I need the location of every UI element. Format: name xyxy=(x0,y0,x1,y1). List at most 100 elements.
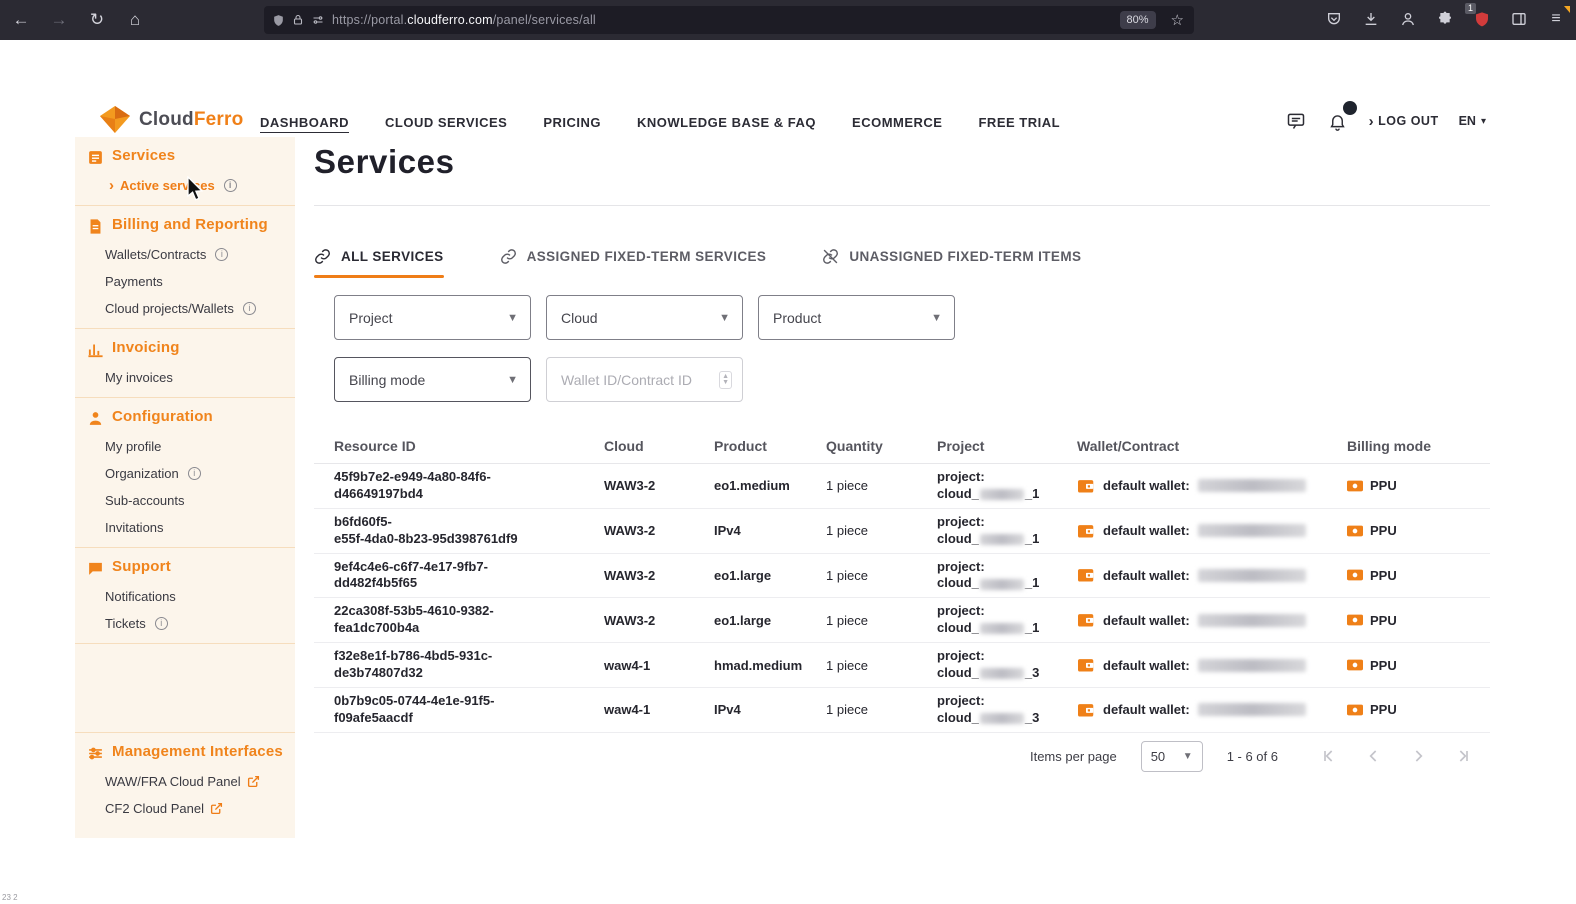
wallet-id-input[interactable]: Wallet ID/Contract ID ▲▼ xyxy=(546,357,743,402)
table-row: 45f9b7e2-e949-4a80-84f6- d46649197bd4 WA… xyxy=(314,464,1490,509)
billing-mode-icon xyxy=(1347,525,1363,537)
billing-mode-icon xyxy=(1347,659,1363,671)
sidebar-item-wallets-contracts[interactable]: Wallets/Contractsi xyxy=(75,241,295,268)
billing-mode-cell: PPU xyxy=(1347,518,1490,543)
sidebar-item-my-profile[interactable]: My profile xyxy=(75,433,295,460)
nav-knowledge-base[interactable]: KNOWLEDGE BASE & FAQ xyxy=(637,115,816,130)
nav-free-trial[interactable]: FREE TRIAL xyxy=(978,115,1060,130)
info-icon[interactable]: i xyxy=(224,179,237,192)
debug-text: 23 2 xyxy=(2,893,18,902)
redacted-project-id xyxy=(980,668,1024,679)
menu-icon[interactable]: ≡ xyxy=(1542,5,1570,33)
billing-mode-icon xyxy=(1347,614,1363,626)
chat-icon[interactable] xyxy=(1285,110,1307,132)
last-page-button[interactable] xyxy=(1450,744,1474,768)
bookmark-star-icon[interactable]: ☆ xyxy=(1171,11,1184,29)
avatar-dot[interactable] xyxy=(1343,101,1357,115)
sidebar-section-management: Management Interfaces WAW/FRA Cloud Pane… xyxy=(75,732,295,828)
table-row: f32e8e1f-b786-4bd5-931c- de3b74807d32 wa… xyxy=(314,643,1490,688)
lock-icon[interactable] xyxy=(292,14,304,26)
language-selector[interactable]: EN▾ xyxy=(1459,114,1486,128)
items-per-page-select[interactable]: 50 ▼ xyxy=(1141,741,1203,772)
items-per-page-label: Items per page xyxy=(1030,749,1117,764)
nav-dashboard[interactable]: DASHBOARD xyxy=(260,115,349,130)
sidebar-item-notifications[interactable]: Notifications xyxy=(75,583,295,610)
permissions-icon[interactable] xyxy=(311,14,325,26)
forward-button[interactable]: → xyxy=(42,5,76,35)
project-label: project: xyxy=(937,469,1067,486)
url-bar[interactable]: https://portal.cloudferro.com/panel/serv… xyxy=(264,6,1194,34)
tab-all-services[interactable]: ALL SERVICES xyxy=(314,248,444,278)
pocket-icon[interactable] xyxy=(1320,5,1348,33)
cloud-cell: WAW3-2 xyxy=(604,478,655,493)
tracking-shield-icon[interactable] xyxy=(272,14,285,27)
sidebar-item-organization[interactable]: Organizationi xyxy=(75,460,295,487)
sidebar-toggle-icon[interactable] xyxy=(1505,5,1533,33)
project-filter[interactable]: Project▼ xyxy=(334,295,531,340)
redacted-wallet-name xyxy=(1198,569,1306,582)
project-cell: project: cloud__3 xyxy=(937,643,1077,687)
redacted-wallet-name xyxy=(1198,703,1306,716)
cloud-cell: waw4-1 xyxy=(604,658,650,673)
sidebar-item-sub-accounts[interactable]: Sub-accounts xyxy=(75,487,295,514)
sidebar-item-invitations[interactable]: Invitations xyxy=(75,514,295,541)
logo-wordmark: CloudFerro xyxy=(139,109,243,131)
product-filter[interactable]: Product▼ xyxy=(758,295,955,340)
logout-button[interactable]: ›LOG OUT xyxy=(1369,114,1439,129)
logo-gem-icon xyxy=(100,106,130,133)
wallet-cell: default wallet: xyxy=(1077,473,1347,499)
zoom-level-badge[interactable]: 80% xyxy=(1120,11,1156,29)
sidebar-item-payments[interactable]: Payments xyxy=(75,268,295,295)
billing-mode-value: PPU xyxy=(1370,702,1397,717)
quantity-cell: 1 piece xyxy=(826,613,868,628)
billing-mode-filter[interactable]: Billing mode▼ xyxy=(334,357,531,402)
logout-chevron-icon: › xyxy=(1369,114,1375,129)
cloudferro-logo[interactable]: CloudFerro xyxy=(100,106,243,133)
nav-cloud-services[interactable]: CLOUD SERVICES xyxy=(385,115,507,130)
info-icon[interactable]: i xyxy=(243,302,256,315)
sidebar-section-configuration-header: Configuration xyxy=(75,398,295,433)
notifications-bell-icon[interactable] xyxy=(1327,110,1349,132)
link-off-icon xyxy=(822,248,839,265)
sidebar-item-cf2-cloud-panel[interactable]: CF2 Cloud Panel xyxy=(75,795,295,822)
redacted-wallet-name xyxy=(1198,524,1306,537)
info-icon[interactable]: i xyxy=(215,248,228,261)
project-value: cloud__3 xyxy=(937,710,1067,727)
next-page-button[interactable] xyxy=(1406,744,1430,768)
col-product: Product xyxy=(714,438,826,454)
adblock-shield-icon[interactable]: 1 xyxy=(1468,5,1496,33)
info-icon[interactable]: i xyxy=(155,617,168,630)
sidebar-item-my-invoices[interactable]: My invoices xyxy=(75,364,295,391)
redacted-wallet-name xyxy=(1198,479,1306,492)
reload-button[interactable]: ↻ xyxy=(80,5,114,35)
wallet-label: default wallet: xyxy=(1103,568,1190,583)
sidebar-item-active-services[interactable]: › Active services i xyxy=(75,172,295,199)
resource-id-cell: b6fd60f5- e55f-4da0-8b23-95d398761df9 xyxy=(334,514,518,546)
back-button[interactable]: ← xyxy=(4,5,38,35)
home-button[interactable]: ⌂ xyxy=(118,5,152,35)
tab-unassigned-fixed-term-items[interactable]: UNASSIGNED FIXED-TERM ITEMS xyxy=(822,248,1081,278)
info-icon[interactable]: i xyxy=(188,467,201,480)
account-icon[interactable] xyxy=(1394,5,1422,33)
previous-page-button[interactable] xyxy=(1362,744,1386,768)
first-page-button[interactable] xyxy=(1318,744,1342,768)
sidebar-item-waw-fra-cloud-panel[interactable]: WAW/FRA Cloud Panel xyxy=(75,768,295,795)
product-cell: hmad.medium xyxy=(714,658,802,673)
number-spinner[interactable]: ▲▼ xyxy=(719,371,732,389)
sidebar-item-cloud-projects-wallets[interactable]: Cloud projects/Walletsi xyxy=(75,295,295,322)
nav-pricing[interactable]: PRICING xyxy=(543,115,601,130)
sidebar-item-label: WAW/FRA Cloud Panel xyxy=(105,774,241,789)
extensions-icon[interactable] xyxy=(1431,5,1459,33)
sidebar-item-label: My invoices xyxy=(105,370,173,385)
tab-assigned-fixed-term-services[interactable]: ASSIGNED FIXED-TERM SERVICES xyxy=(500,248,767,278)
wallet-label: default wallet: xyxy=(1103,523,1190,538)
sidebar-item-tickets[interactable]: Ticketsi xyxy=(75,610,295,637)
billing-mode-cell: PPU xyxy=(1347,608,1490,633)
section-title: Invoicing xyxy=(112,339,180,356)
billing-mode-cell: PPU xyxy=(1347,473,1490,498)
cloud-filter[interactable]: Cloud▼ xyxy=(546,295,743,340)
nav-ecommerce[interactable]: ECOMMERCE xyxy=(852,115,942,130)
invoicing-icon xyxy=(87,341,104,358)
sidebar-section-services-header: Services xyxy=(75,137,295,172)
downloads-icon[interactable] xyxy=(1357,5,1385,33)
